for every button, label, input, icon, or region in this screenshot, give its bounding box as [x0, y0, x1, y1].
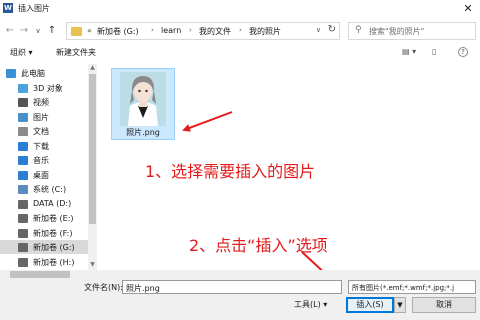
nav-item-label: 文档: [33, 127, 49, 136]
filename-label: 文件名(N):: [84, 283, 123, 292]
folder-icon: [71, 27, 82, 36]
window-title: 插入图片: [18, 4, 50, 13]
preview-pane-icon[interactable]: ▯: [432, 47, 436, 56]
address-box[interactable]: « 新加卷 (G:) › learn › 我的文件 › 我的照片 ∨ ↻: [66, 22, 340, 40]
nav-item[interactable]: 下载: [0, 139, 88, 153]
desktop-icon: [18, 170, 28, 180]
nav-item[interactable]: 3D 对象: [0, 81, 88, 95]
horizontal-scrollbar[interactable]: [0, 270, 480, 279]
search-input[interactable]: ⚲ 搜索"我的照片": [348, 22, 476, 40]
nav-item-label: 新加卷 (E:): [33, 214, 74, 223]
nav-item-label: 系统 (C:): [33, 185, 67, 194]
command-toolbar: 组织 ▾ 新建文件夹 ▤ ▾ ▯ ?: [0, 44, 480, 62]
drive-icon: [18, 214, 28, 223]
documents-icon: [18, 127, 28, 136]
breadcrumb-separator-icon[interactable]: ›: [189, 26, 192, 34]
file-type-select[interactable]: 所有图片(*.emf;*.wmf;*.jpg;*.j: [348, 280, 476, 294]
drive-icon: [18, 243, 28, 252]
nav-item-label: DATA (D:): [33, 198, 72, 208]
music-icon: [18, 156, 28, 165]
video-icon: [18, 98, 28, 107]
nav-item[interactable]: DATA (D:): [0, 197, 88, 211]
breadcrumb-item[interactable]: learn: [161, 26, 181, 35]
pictures-icon: [18, 112, 28, 122]
nav-item-label: 视频: [33, 98, 49, 107]
nav-item[interactable]: 新加卷 (G:): [0, 240, 88, 254]
nav-scrollbar[interactable]: ▲ ▼: [88, 64, 97, 270]
organize-button[interactable]: 组织 ▾: [10, 47, 33, 58]
insert-button[interactable]: 插入(S): [346, 297, 394, 313]
up-arrow-icon[interactable]: ↑: [46, 24, 58, 38]
back-arrow-icon[interactable]: ←: [4, 24, 16, 38]
new-folder-button[interactable]: 新建文件夹: [56, 47, 96, 58]
refresh-icon[interactable]: ↻: [328, 24, 336, 35]
filename-input[interactable]: 照片.png: [122, 280, 342, 294]
downloads-icon: [18, 141, 28, 151]
forward-arrow-icon[interactable]: →: [18, 24, 30, 38]
breadcrumb-separator-icon[interactable]: ›: [239, 26, 242, 34]
navigation-pane: 此电脑 3D 对象视频图片文档下载音乐桌面系统 (C:) DATA (D:) 新加卷 …: [0, 64, 97, 270]
search-icon: ⚲: [355, 25, 362, 35]
nav-item-label: 新加卷 (F:): [33, 228, 73, 238]
close-icon[interactable]: ✕: [456, 0, 480, 18]
breadcrumb-separator-icon[interactable]: ›: [151, 26, 154, 34]
nav-item[interactable]: 系统 (C:): [0, 182, 88, 196]
3d-objects-icon: [18, 83, 28, 93]
nav-item[interactable]: 音乐: [0, 153, 88, 167]
drive-icon: [18, 257, 28, 267]
image-thumbnail-icon: [120, 72, 166, 126]
nav-item[interactable]: 此电脑: [0, 66, 88, 80]
tools-menu-button[interactable]: 工具(L) ▾: [294, 299, 327, 310]
nav-item[interactable]: 视频: [0, 95, 88, 109]
nav-item-label: 新加卷 (H:): [33, 257, 75, 267]
breadcrumb-item[interactable]: 我的照片: [249, 26, 281, 37]
breadcrumb-item[interactable]: 新加卷 (G:): [97, 26, 139, 37]
nav-item[interactable]: 桌面: [0, 168, 88, 182]
nav-item-label: 桌面: [33, 170, 49, 180]
scrollbar-thumb[interactable]: [10, 271, 70, 278]
system-drive-icon: [18, 185, 28, 194]
nav-item-label: 图片: [33, 112, 49, 122]
nav-item-label: 音乐: [33, 156, 49, 165]
scroll-down-icon[interactable]: ▼: [88, 261, 97, 270]
scrollbar-thumb[interactable]: [89, 74, 96, 224]
scroll-up-icon[interactable]: ▲: [88, 64, 97, 73]
nav-item[interactable]: 图片: [0, 110, 88, 124]
breadcrumb-overflow-icon[interactable]: «: [87, 26, 92, 35]
change-view-icon[interactable]: ▤ ▾: [402, 47, 416, 56]
breadcrumb-item[interactable]: 我的文件: [199, 26, 231, 37]
file-name: 照片.png: [126, 128, 160, 137]
address-dropdown-icon[interactable]: ∨: [316, 26, 321, 34]
nav-item-label: 新加卷 (G:): [33, 243, 75, 252]
word-app-icon: W: [3, 3, 13, 13]
nav-item-label: 下载: [33, 141, 49, 151]
nav-item-label: 此电脑: [21, 69, 45, 78]
nav-item-label: 3D 对象: [33, 83, 63, 93]
insert-options-dropdown-icon[interactable]: ▼: [394, 297, 406, 313]
title-bar: W 插入图片 ✕: [0, 0, 480, 18]
file-item[interactable]: 照片.png: [111, 68, 175, 140]
nav-item[interactable]: 新加卷 (E:): [0, 211, 88, 225]
computer-icon: [6, 69, 16, 78]
help-icon[interactable]: ?: [458, 47, 468, 57]
drive-icon: [18, 228, 28, 238]
recent-locations-chevron-icon[interactable]: ∨: [32, 24, 44, 38]
dialog-footer: 文件名(N): 照片.png 所有图片(*.emf;*.wmf;*.jpg;*.…: [0, 279, 480, 320]
annotation-step2: 2、点击“插入”选项: [189, 236, 328, 255]
nav-item[interactable]: 文档: [0, 124, 88, 138]
annotation-step1: 1、选择需要插入的图片: [145, 162, 316, 181]
nav-item[interactable]: 新加卷 (H:): [0, 255, 88, 269]
cancel-button[interactable]: 取消: [412, 297, 476, 313]
address-bar-row: ← → ∨ ↑ « 新加卷 (G:) › learn › 我的文件 › 我的照片…: [0, 20, 480, 42]
drive-icon: [18, 199, 28, 209]
search-placeholder: 搜索"我的照片": [369, 27, 425, 36]
nav-item[interactable]: 新加卷 (F:): [0, 226, 88, 240]
